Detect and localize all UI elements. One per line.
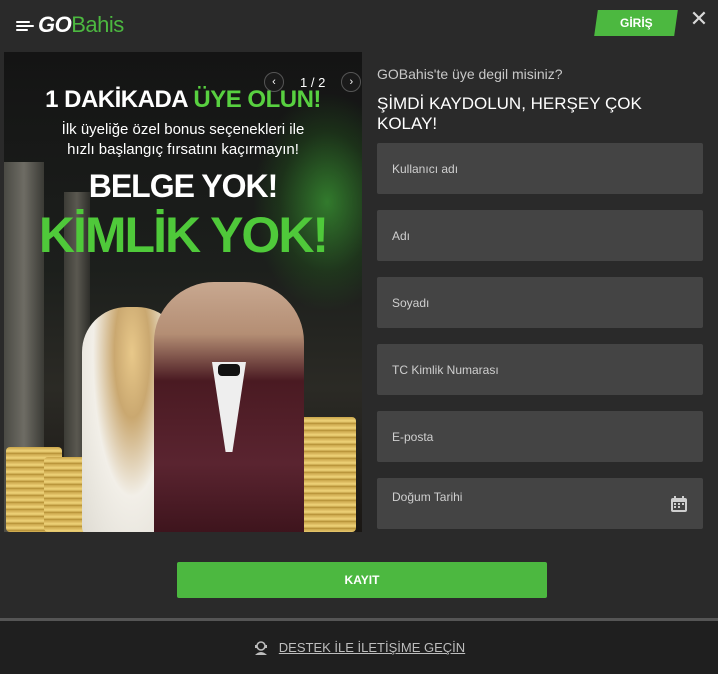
close-icon[interactable]: ✕ bbox=[688, 8, 710, 30]
birth-date-placeholder: Doğum Tarihi bbox=[392, 490, 463, 504]
first-name-placeholder: Adı bbox=[392, 228, 411, 243]
gobahis-logo: GOBahis bbox=[16, 10, 124, 40]
last-name-field[interactable]: Soyadı bbox=[377, 277, 703, 328]
username-placeholder: Kullanıcı adı bbox=[392, 161, 459, 176]
banner-kimlik-text: KİMLİK YOK! bbox=[38, 207, 329, 263]
email-placeholder: E-posta bbox=[392, 429, 434, 444]
logo-bahis: Bahis bbox=[71, 12, 124, 37]
calendar-icon[interactable] bbox=[669, 494, 689, 514]
logo-speed-lines-icon bbox=[16, 19, 36, 31]
banner-belge-text: BELGE YOK! bbox=[88, 168, 279, 204]
promo-banner: ‹ 1 / 2 › 1 DAKİKADA ÜYE OLUN! İlk üyeli… bbox=[4, 52, 362, 532]
coin-stack-image bbox=[300, 417, 356, 532]
form-title: ŞİMDİ KAYDOLUN, HERŞEY ÇOK KOLAY! bbox=[377, 94, 642, 133]
tc-id-field[interactable]: TC Kimlik Numarası bbox=[377, 344, 703, 395]
form-question: GOBahis'te üye degil misiniz? bbox=[377, 66, 563, 82]
banner-subtitle-line: hızlı başlangıç fırsatını kaçırmayın! bbox=[67, 141, 299, 158]
support-link[interactable]: DESTEK İLE İLETİŞİME GEÇİN bbox=[279, 640, 465, 655]
logo-go: GO bbox=[38, 12, 72, 37]
login-button[interactable]: GİRİŞ bbox=[594, 10, 678, 36]
logo-text: GOBahis bbox=[38, 12, 124, 38]
banner-subtitle-line: İlk üyeliğe özel bonus seçenekleri ile bbox=[61, 121, 305, 138]
login-label: GİRİŞ bbox=[619, 16, 653, 30]
promo-man-image bbox=[154, 282, 304, 532]
username-field[interactable]: Kullanıcı adı bbox=[377, 143, 703, 194]
email-field[interactable]: E-posta bbox=[377, 411, 703, 462]
banner-subtitle: İlk üyeliğe özel bonus seçenekleri ile h… bbox=[4, 120, 362, 160]
banner-headline-white: 1 DAKİKADA bbox=[45, 86, 194, 113]
last-name-placeholder: Soyadı bbox=[392, 295, 430, 310]
tc-id-placeholder: TC Kimlik Numarası bbox=[392, 362, 499, 377]
first-name-field[interactable]: Adı bbox=[377, 210, 703, 261]
register-submit-button[interactable]: KAYIT bbox=[177, 562, 547, 598]
banner-headline-green: ÜYE OLUN! bbox=[193, 86, 321, 113]
register-modal: GOBahis GİRİŞ ✕ ‹ 1 / 2 › 1 DAKİKADA ÜYE… bbox=[0, 0, 718, 674]
support-agent-icon bbox=[254, 640, 267, 655]
banner-headline: 1 DAKİKADA ÜYE OLUN! bbox=[4, 86, 362, 114]
birth-date-field[interactable]: Doğum Tarihi bbox=[377, 478, 703, 529]
modal-header: GOBahis GİRİŞ ✕ bbox=[0, 0, 718, 52]
support-bar: DESTEK İLE İLETİŞİME GEÇİN bbox=[0, 621, 718, 674]
